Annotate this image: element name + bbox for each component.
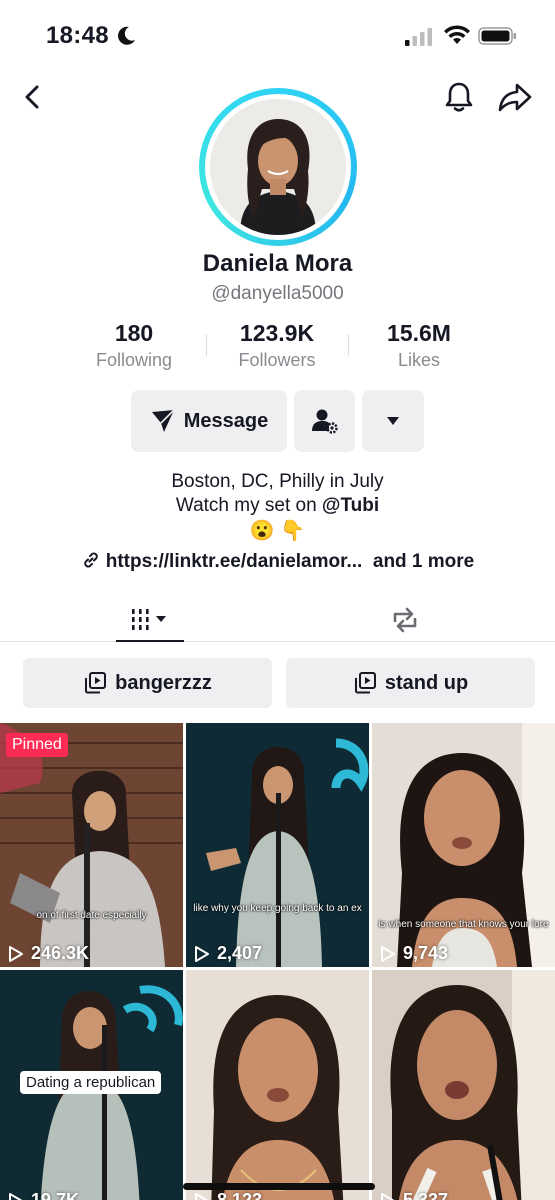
view-count-value: 19.7K xyxy=(31,1190,80,1200)
share-icon[interactable] xyxy=(497,80,533,114)
stat-likes[interactable]: 15.6M Likes xyxy=(349,320,489,371)
play-icon xyxy=(9,1192,23,1200)
video-caption: Dating a republican xyxy=(20,1071,162,1094)
play-icon xyxy=(9,945,23,962)
send-icon xyxy=(151,409,175,432)
video-thumbnail-image xyxy=(186,970,369,1200)
playlist-stand-up[interactable]: stand up xyxy=(286,658,535,708)
moon-icon xyxy=(118,26,135,45)
play-icon xyxy=(381,945,395,962)
video-thumbnail[interactable]: 5,337 xyxy=(372,970,555,1200)
stat-following[interactable]: 180 Following xyxy=(64,320,204,371)
playlist-label: bangerzzz xyxy=(115,671,212,694)
playlist-bangerzzz[interactable]: bangerzzz xyxy=(23,658,272,708)
view-count: 5,337 xyxy=(380,1190,448,1200)
view-count: 2,407 xyxy=(194,943,262,964)
home-indicator[interactable] xyxy=(183,1183,375,1190)
back-icon[interactable] xyxy=(18,82,48,112)
status-time: 18:48 xyxy=(46,22,109,49)
video-thumbnail-image xyxy=(186,723,369,967)
avatar-frame xyxy=(205,94,351,240)
pinned-badge: Pinned xyxy=(6,733,68,757)
battery-icon xyxy=(478,27,516,45)
video-thumbnail-image xyxy=(0,723,183,967)
video-caption: on of first date especially xyxy=(36,910,147,921)
video-thumbnail[interactable]: Dating a republican 19.7K xyxy=(0,970,183,1200)
video-thumbnail-image xyxy=(372,970,555,1200)
signal-icon xyxy=(405,28,432,46)
playlist-icon xyxy=(85,672,107,694)
stat-followers[interactable]: 123.9K Followers xyxy=(207,320,347,371)
profile-tabs xyxy=(0,598,555,642)
bio: Boston, DC, Philly in July Watch my set … xyxy=(0,470,555,518)
video-thumbnail[interactable]: 8,123 xyxy=(186,970,369,1200)
playlist-label: stand up xyxy=(384,671,469,694)
bio-line-2: Watch my set on @Tubi xyxy=(0,494,555,518)
profile-handle: @danyella5000 xyxy=(211,283,344,304)
play-icon xyxy=(381,1192,395,1200)
stat-label: Following xyxy=(95,350,173,370)
link-icon xyxy=(83,552,98,568)
video-thumbnail[interactable]: Pinned on of first date especially 246.3… xyxy=(0,723,183,967)
video-thumbnail-image xyxy=(372,723,555,967)
stat-value: 123.9K xyxy=(239,320,315,346)
message-button-label: Message xyxy=(183,409,269,432)
avatar xyxy=(210,99,346,235)
bio-link-url[interactable]: https://linktr.ee/danielamor... xyxy=(106,551,363,572)
view-count-value: 246.3K xyxy=(31,943,90,963)
view-count-value: 2,407 xyxy=(217,943,263,963)
bio-line-2-text: Watch my set on xyxy=(175,495,322,516)
view-count: 8,123 xyxy=(194,1190,262,1200)
stat-value: 15.6M xyxy=(387,320,451,346)
video-thumbnail[interactable]: like why you keep going back to an ex 2,… xyxy=(186,723,369,967)
avatar-ring[interactable] xyxy=(199,88,357,246)
avatar-photo xyxy=(210,99,346,235)
video-thumbnail[interactable]: is when someone that knows your lore 9,7… xyxy=(372,723,555,967)
view-count: 19.7K xyxy=(8,1190,79,1200)
view-count-value: 9,743 xyxy=(403,943,449,963)
play-icon xyxy=(195,1192,209,1200)
video-caption: like why you keep going back to an ex xyxy=(193,903,362,914)
profile-name: Daniela Mora xyxy=(202,250,353,277)
repost-icon xyxy=(393,607,417,633)
caret-down-icon xyxy=(387,417,399,425)
view-count-value: 8,123 xyxy=(217,1190,263,1200)
wifi-icon xyxy=(444,25,470,44)
profile-stats: 180 Following 123.9K Followers 15.6M Lik… xyxy=(0,320,555,376)
stat-value: 180 xyxy=(114,320,154,346)
view-count: 246.3K xyxy=(8,943,89,964)
tab-videos[interactable] xyxy=(110,598,190,642)
bio-link[interactable]: https://linktr.ee/danielamor... and 1 mo… xyxy=(0,550,555,573)
bell-icon[interactable] xyxy=(443,80,475,114)
status-bar: 18:48 xyxy=(0,0,555,72)
bio-link-more[interactable]: and 1 more xyxy=(373,551,474,572)
person-settings-icon xyxy=(311,409,338,434)
grid-icon xyxy=(132,609,166,630)
more-options-button[interactable] xyxy=(362,390,424,452)
bio-line-1: Boston, DC, Philly in July xyxy=(171,471,384,492)
tubi-mention-link[interactable]: @Tubi xyxy=(322,495,379,516)
view-count: 9,743 xyxy=(380,943,448,964)
stat-label: Followers xyxy=(238,350,316,370)
play-icon xyxy=(195,945,209,962)
playlist-icon xyxy=(354,672,376,694)
view-count-value: 5,337 xyxy=(403,1190,449,1200)
video-caption: is when someone that knows your lore xyxy=(378,919,549,930)
message-button[interactable]: Message xyxy=(131,390,287,452)
stat-label: Likes xyxy=(397,350,441,370)
follow-settings-button[interactable] xyxy=(294,390,355,452)
bio-emojis: 😮 👇 xyxy=(249,520,306,542)
tab-reposts[interactable] xyxy=(365,598,445,642)
